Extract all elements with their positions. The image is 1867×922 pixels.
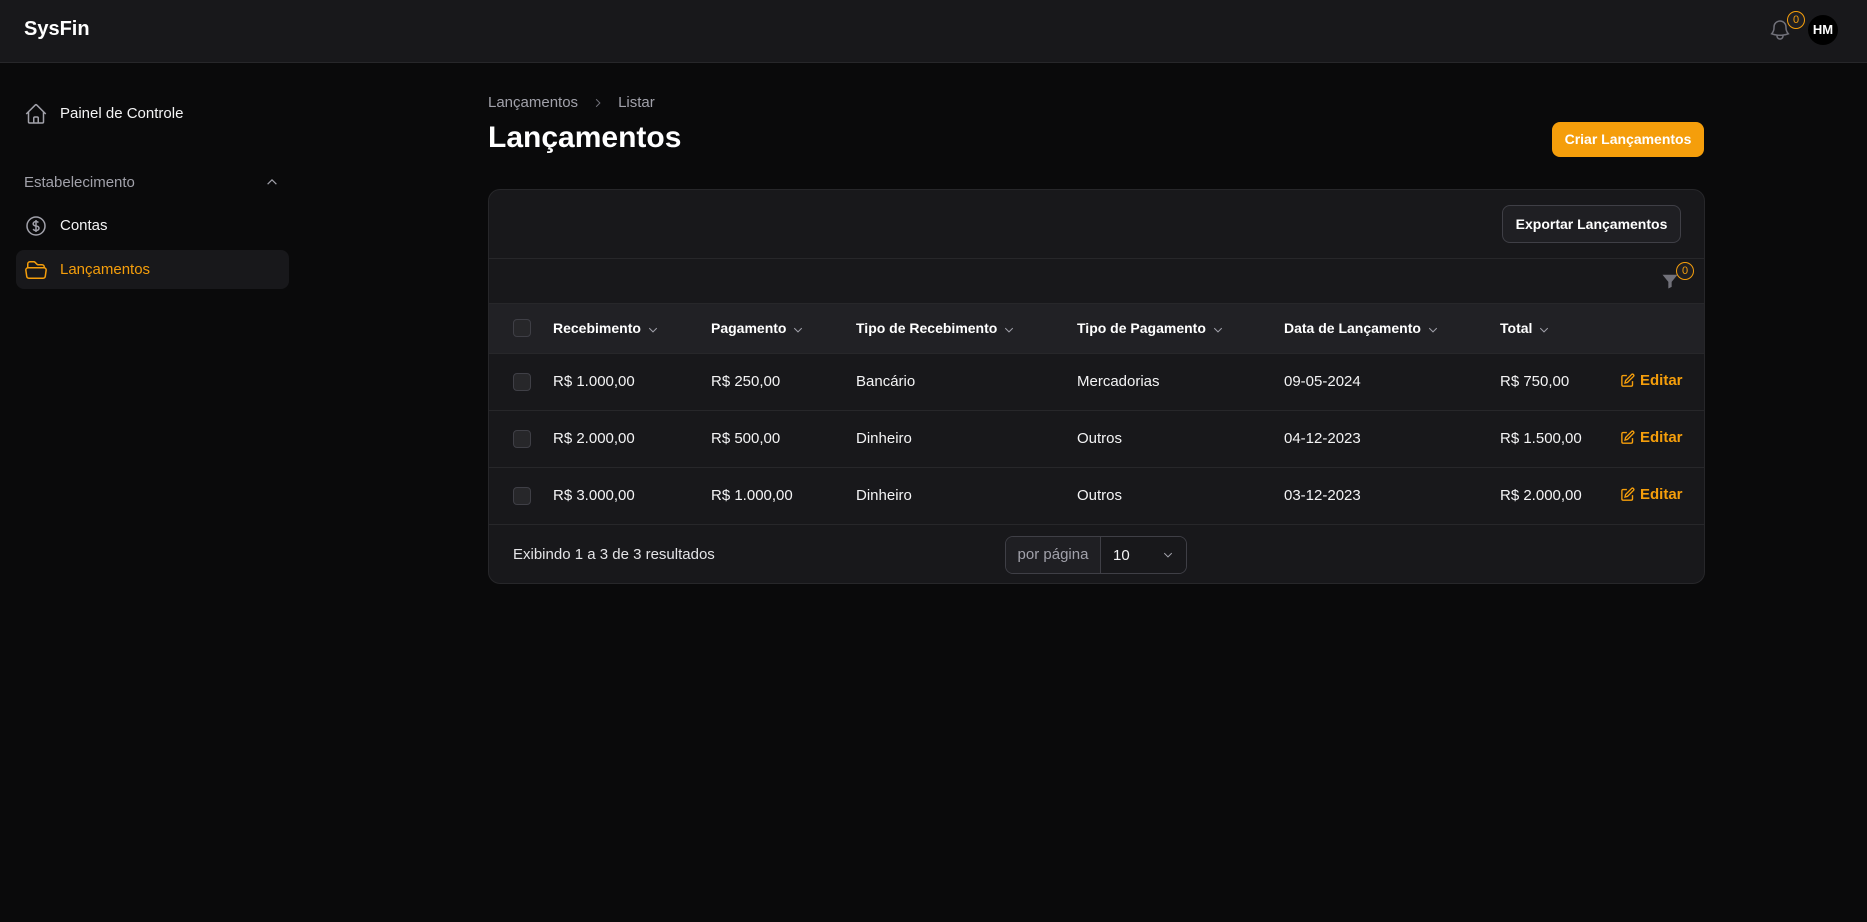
column-header[interactable]: Tipo de Recebimento bbox=[856, 304, 1077, 353]
avatar[interactable]: HM bbox=[1808, 15, 1838, 45]
brand-logo[interactable]: SysFin bbox=[24, 18, 90, 41]
cell-data: 09-05-2024 bbox=[1284, 373, 1361, 390]
chevron-down-icon bbox=[1213, 327, 1222, 333]
page-title: Lançamentos bbox=[488, 121, 682, 154]
sidebar-group-label: Estabelecimento bbox=[24, 173, 135, 191]
filter-badge: 0 bbox=[1676, 262, 1694, 280]
home-icon bbox=[25, 103, 47, 124]
breadcrumb-parent[interactable]: Lançamentos bbox=[488, 94, 578, 111]
dollar-circle-icon bbox=[26, 215, 46, 236]
chevron-down-icon bbox=[648, 327, 658, 333]
cell-pagamento: R$ 250,00 bbox=[711, 373, 781, 390]
row-checkbox[interactable] bbox=[513, 429, 531, 448]
sidebar-item-label: Painel de Controle bbox=[60, 105, 184, 122]
per-page-control: por página 10 bbox=[1005, 536, 1187, 574]
cell-tipo-pagamento: Outros bbox=[1077, 430, 1123, 447]
table-header-row: Recebimento Pagamento Tipo de Recebiment… bbox=[489, 304, 1704, 353]
folder-icon bbox=[25, 260, 47, 279]
row-checkbox[interactable] bbox=[513, 486, 531, 505]
chevron-down-icon bbox=[1005, 327, 1014, 333]
cell-recebimento: R$ 2.000,00 bbox=[553, 430, 635, 447]
export-button[interactable]: Exportar Lançamentos bbox=[1502, 205, 1681, 243]
cell-total: R$ 750,00 bbox=[1500, 373, 1570, 390]
column-header[interactable]: Pagamento bbox=[711, 304, 856, 353]
edit-link[interactable]: Editar bbox=[1620, 486, 1683, 503]
chevron-down-icon bbox=[1163, 552, 1173, 558]
chevron-down-icon bbox=[1540, 327, 1549, 333]
table-card: Exportar Lançamentos 0 Recebimento Pagam… bbox=[488, 189, 1705, 584]
column-header[interactable]: Total bbox=[1500, 304, 1620, 353]
chevron-down-icon bbox=[1428, 327, 1438, 333]
per-page-label: por página bbox=[1006, 537, 1101, 573]
cell-tipo-recebimento: Dinheiro bbox=[856, 430, 912, 447]
notification-badge: 0 bbox=[1787, 11, 1805, 29]
cell-tipo-recebimento: Bancário bbox=[856, 373, 916, 390]
cell-recebimento: R$ 3.000,00 bbox=[553, 487, 635, 505]
sidebar-item-contas[interactable]: Contas bbox=[16, 206, 289, 245]
cell-pagamento: R$ 500,00 bbox=[711, 430, 781, 447]
filter-bar: 0 bbox=[489, 259, 1704, 304]
cell-tipo-pagamento: Outros bbox=[1077, 487, 1123, 505]
cell-pagamento: R$ 1.000,00 bbox=[711, 487, 793, 505]
cell-tipo-recebimento: Dinheiro bbox=[856, 487, 912, 505]
table-row[interactable]: R$ 2.000,00 R$ 500,00 Dinheiro Outros 04… bbox=[489, 410, 1704, 467]
column-header[interactable]: Data de Lançamento bbox=[1284, 304, 1500, 353]
cell-recebimento: R$ 1.000,00 bbox=[553, 373, 635, 390]
table-header-bar: Exportar Lançamentos bbox=[489, 190, 1704, 259]
table-row[interactable]: R$ 1.000,00 R$ 250,00 Bancário Mercadori… bbox=[489, 353, 1704, 410]
edit-link[interactable]: Editar bbox=[1620, 372, 1683, 389]
cell-total: R$ 2.000,00 bbox=[1500, 487, 1582, 505]
select-all-checkbox[interactable] bbox=[513, 319, 531, 338]
edit-icon bbox=[1621, 373, 1635, 387]
row-checkbox[interactable] bbox=[513, 372, 531, 391]
cell-data: 04-12-2023 bbox=[1284, 430, 1361, 447]
sidebar-item-lancamentos[interactable]: Lançamentos bbox=[16, 250, 289, 289]
cell-total: R$ 1.500,00 bbox=[1500, 430, 1582, 447]
sidebar-item-label: Lançamentos bbox=[60, 261, 151, 278]
sidebar-group-estabelecimento[interactable]: Estabelecimento bbox=[24, 171, 279, 193]
sidebar-item-dashboard[interactable]: Painel de Controle bbox=[16, 94, 289, 133]
top-bar: SysFin 0 HM bbox=[0, 0, 1867, 63]
sidebar-item-label: Contas bbox=[60, 217, 108, 234]
per-page-value: 10 bbox=[1113, 546, 1130, 564]
per-page-select[interactable]: 10 bbox=[1101, 537, 1186, 573]
breadcrumb-current[interactable]: Listar bbox=[618, 94, 655, 111]
chevron-up-icon[interactable] bbox=[265, 175, 279, 189]
chevron-right-icon bbox=[595, 98, 601, 107]
create-button[interactable]: Criar Lançamentos bbox=[1552, 122, 1704, 157]
edit-icon bbox=[1621, 487, 1635, 501]
data-table: Recebimento Pagamento Tipo de Recebiment… bbox=[489, 304, 1704, 524]
column-header[interactable]: Recebimento bbox=[553, 304, 711, 353]
column-header[interactable]: Tipo de Pagamento bbox=[1077, 304, 1284, 353]
edit-link[interactable]: Editar bbox=[1620, 429, 1683, 446]
table-footer: Exibindo 1 a 3 de 3 resultados por págin… bbox=[489, 524, 1704, 583]
cell-tipo-pagamento: Mercadorias bbox=[1077, 373, 1160, 390]
results-summary: Exibindo 1 a 3 de 3 resultados bbox=[513, 546, 715, 563]
chevron-down-icon bbox=[794, 327, 803, 333]
edit-icon bbox=[1621, 430, 1635, 444]
breadcrumb: Lançamentos Listar bbox=[488, 94, 655, 111]
cell-data: 03-12-2023 bbox=[1284, 487, 1361, 505]
table-row[interactable]: R$ 3.000,00 R$ 1.000,00 Dinheiro Outros … bbox=[489, 467, 1704, 524]
